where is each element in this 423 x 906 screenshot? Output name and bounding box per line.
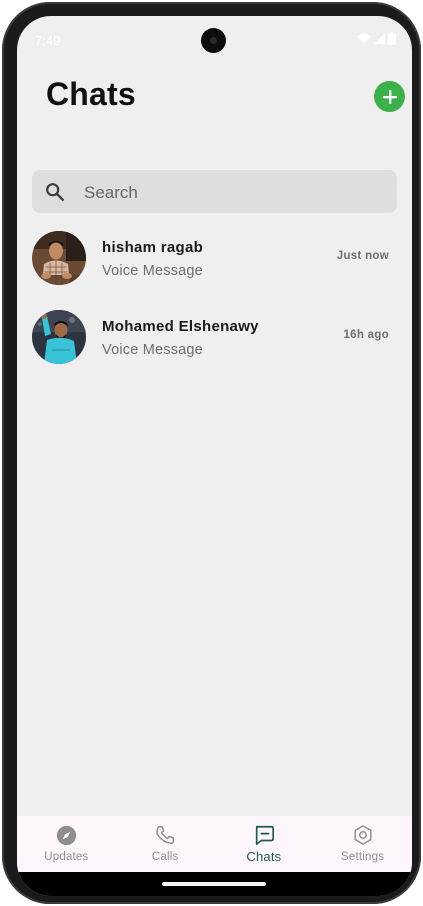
gear-icon [352, 824, 374, 846]
search-icon [46, 183, 64, 201]
chat-list-item[interactable]: hisham ragab Voice Message Just now [17, 231, 412, 301]
front-camera [201, 28, 226, 53]
tab-label: Updates [44, 851, 89, 863]
signal-icon [374, 33, 385, 44]
tab-updates[interactable]: Updates [17, 816, 116, 872]
phone-frame: 7:49 Chats Search hisham ragab Voice Mes… [2, 2, 421, 904]
phone-icon [154, 824, 176, 846]
avatar-photo [32, 310, 86, 364]
message-time: 16h ago [343, 329, 389, 341]
avatar [32, 310, 86, 364]
battery-icon [388, 32, 396, 45]
tab-calls[interactable]: Calls [116, 816, 215, 872]
chat-bubble-icon [253, 824, 275, 846]
tab-chats[interactable]: Chats [215, 816, 314, 872]
search-bar[interactable] [32, 170, 397, 215]
compass-icon [56, 824, 77, 846]
new-chat-button[interactable] [374, 81, 405, 112]
tab-settings[interactable]: Settings [313, 816, 412, 872]
status-icons [357, 32, 396, 45]
tab-label: Chats [246, 849, 282, 864]
avatar-photo [32, 231, 86, 285]
plus-icon [382, 89, 397, 104]
contact-name: Mohamed Elshenawy [102, 318, 259, 335]
tab-label: Calls [151, 851, 179, 863]
message-preview: Voice Message [102, 342, 203, 358]
home-indicator[interactable] [162, 882, 266, 886]
search-input[interactable] [82, 170, 386, 215]
page-title: Chats [46, 76, 136, 112]
tab-label: Settings [341, 851, 385, 863]
message-preview: Voice Message [102, 263, 203, 279]
chat-list-item[interactable]: Mohamed Elshenawy Voice Message 16h ago [17, 310, 412, 380]
contact-name: hisham ragab [102, 239, 204, 256]
app-screen: 7:49 Chats Search hisham ragab Voice Mes… [17, 16, 412, 896]
status-bar: 7:49 [17, 16, 412, 66]
message-time: Just now [336, 250, 389, 262]
wifi-icon [357, 33, 371, 44]
status-time: 7:49 [35, 33, 61, 48]
bottom-navigation: Updates Calls Chats Settings [17, 816, 412, 872]
avatar [32, 231, 86, 285]
